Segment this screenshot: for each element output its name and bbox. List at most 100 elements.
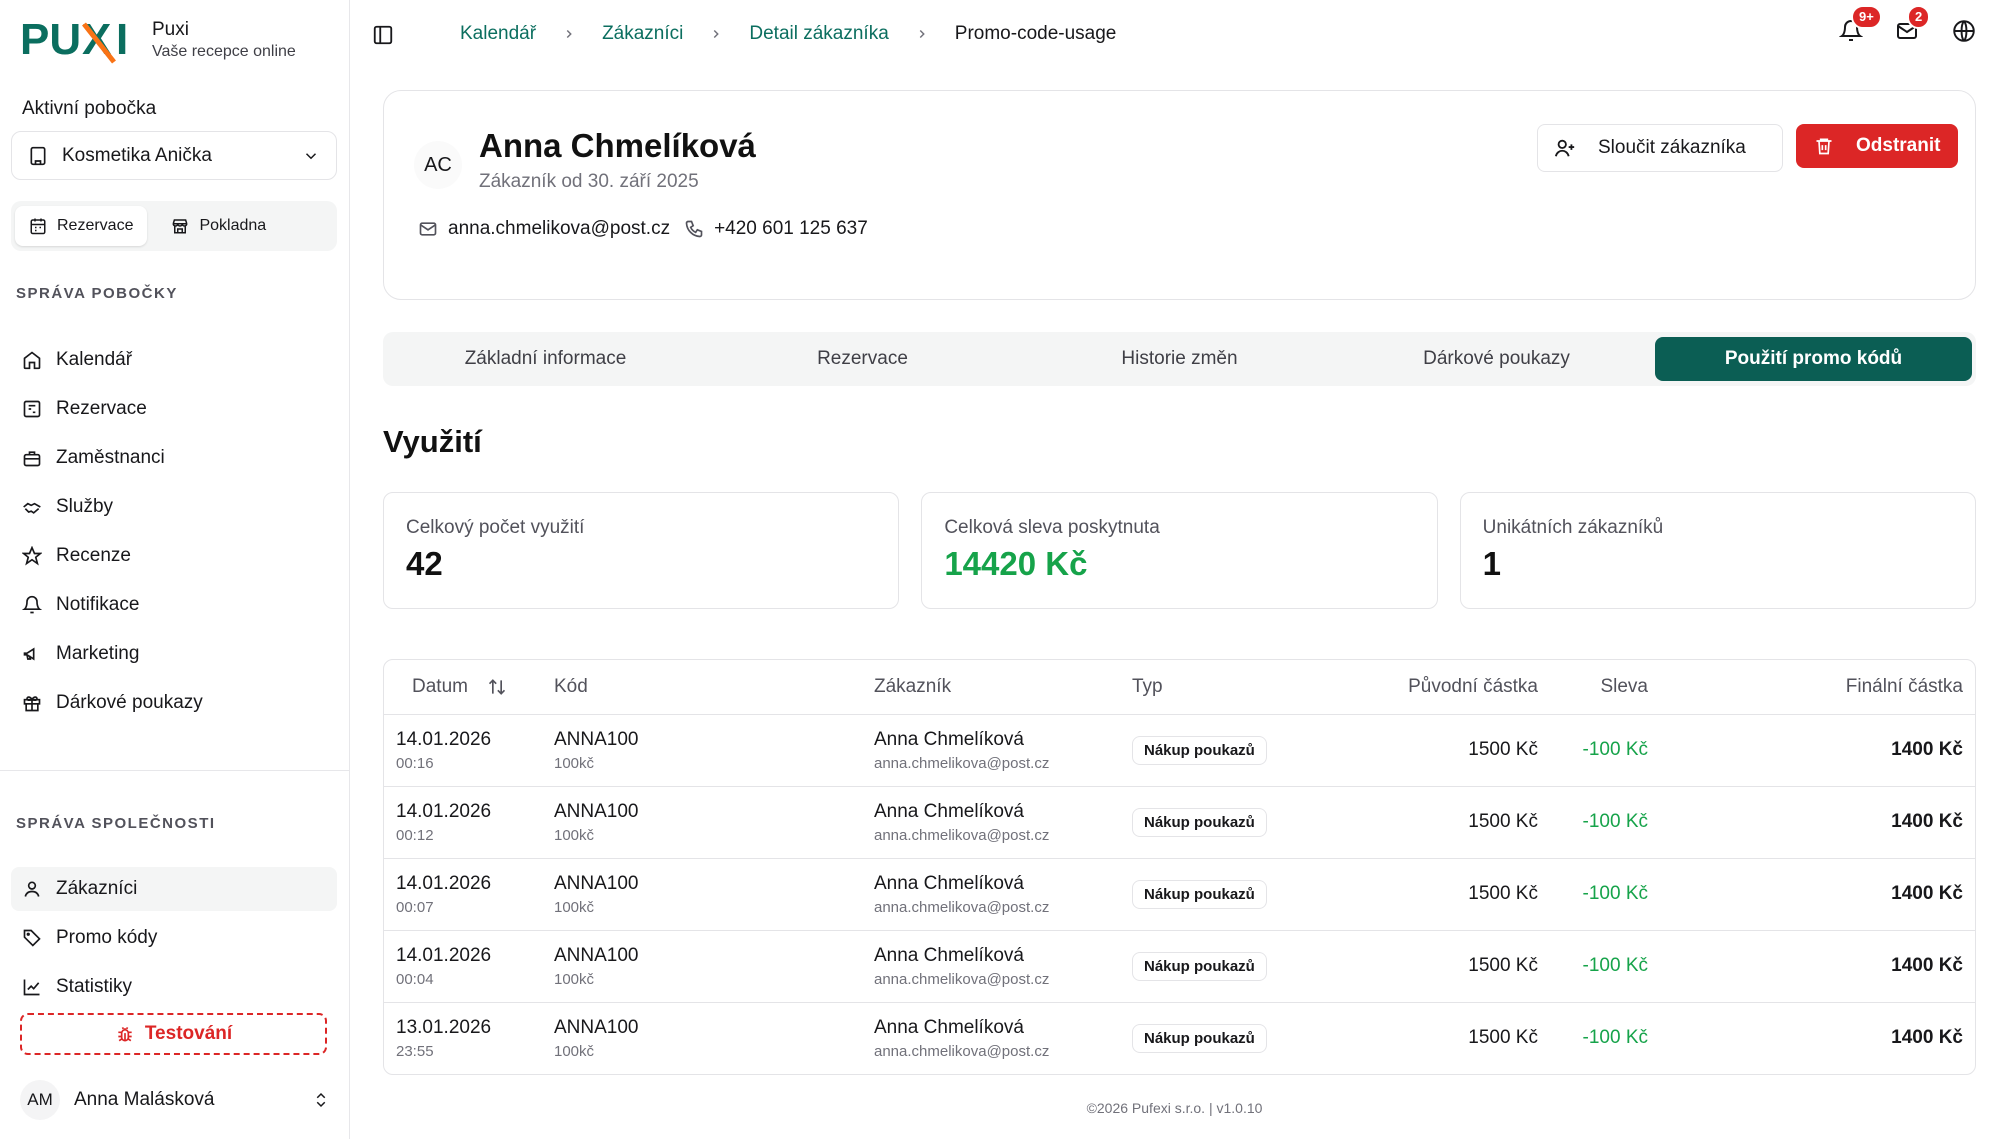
- merge-customer-button[interactable]: Sloučit zákazníka: [1537, 124, 1783, 172]
- quick-pokladna-label: Pokladna: [199, 217, 267, 234]
- bell-icon: [22, 595, 44, 615]
- quick-rezervace-button[interactable]: Rezervace: [15, 206, 148, 246]
- sidebar-item-darkove-poukazy[interactable]: Dárkové poukazy: [11, 681, 337, 725]
- stat-value: 1: [1482, 545, 1502, 582]
- sidebar-item-label: Promo kódy: [56, 927, 158, 948]
- sidebar-item-zamestnanci[interactable]: Zaměstnanci: [11, 436, 337, 480]
- row-time: 00:12: [396, 826, 434, 844]
- messages-button[interactable]: 2: [1895, 5, 1931, 43]
- row-code: ANNA100: [554, 944, 639, 966]
- cell-customer: Anna Chmelíková anna.chmelikova@post.cz: [874, 858, 1132, 931]
- row-customer-name: Anna Chmelíková: [874, 1016, 1024, 1038]
- row-customer-email: anna.chmelikova@post.cz: [874, 970, 1050, 988]
- tab-darkove-poukazy[interactable]: Dárkové poukazy: [1338, 337, 1655, 381]
- cell-date: 14.01.2026 00:16: [384, 714, 554, 787]
- company-nav: Zákazníci Promo kódy Statistiky: [11, 867, 337, 1014]
- home-icon: [22, 350, 44, 370]
- cell-customer: Anna Chmelíková anna.chmelikova@post.cz: [874, 714, 1132, 787]
- breadcrumb-current: Promo-code-usage: [954, 23, 1117, 44]
- customer-phone[interactable]: +420 601 125 637: [714, 218, 868, 240]
- column-header-date[interactable]: Datum: [384, 660, 554, 715]
- branch-select-value: Kosmetika Anička: [62, 144, 212, 166]
- row-date: 14.01.2026: [396, 944, 492, 966]
- table-row[interactable]: 14.01.2026 00:16 ANNA100 100kč Anna Chme…: [384, 714, 1975, 787]
- tab-zakladni-informace[interactable]: Základní informace: [387, 337, 704, 381]
- tab-rezervace[interactable]: Rezervace: [704, 337, 1021, 381]
- stat-value: 14420 Kč: [944, 545, 1088, 582]
- sidebar-item-sluzby[interactable]: Služby: [11, 485, 337, 529]
- breadcrumb-detail[interactable]: Detail zákazníka: [749, 23, 888, 45]
- sidebar-item-label: Kalendář: [56, 349, 133, 370]
- sidebar-divider: [0, 770, 350, 771]
- stat-value: 42: [406, 545, 443, 582]
- row-date: 13.01.2026: [396, 1016, 492, 1038]
- column-header-final: Finální částka: [1648, 660, 1975, 715]
- column-header-customer: Zákazník: [874, 660, 1132, 715]
- language-button[interactable]: [1951, 18, 1977, 44]
- cell-original: 1500 Kč: [1468, 1027, 1538, 1049]
- customer-since: Zákazník od 30. září 2025: [479, 171, 699, 192]
- building-icon: [28, 146, 48, 166]
- sort-icon: [487, 677, 507, 697]
- cell-customer: Anna Chmelíková anna.chmelikova@post.cz: [874, 786, 1132, 859]
- user-icon: [22, 879, 44, 899]
- globe-icon: [1951, 18, 1977, 44]
- column-header-code: Kód: [554, 660, 874, 715]
- table-row[interactable]: 14.01.2026 00:12 ANNA100 100kč Anna Chme…: [384, 786, 1975, 859]
- brand[interactable]: PU X I Puxi Vaše recepce online: [20, 14, 296, 68]
- breadcrumb-zakaznici[interactable]: Zákazníci: [602, 23, 683, 45]
- delete-customer-button[interactable]: Odstranit: [1796, 124, 1958, 168]
- handshake-icon: [22, 497, 44, 517]
- customer-name: Anna Chmelíková: [479, 127, 756, 164]
- top-icons: 9+ 2: [1839, 5, 1999, 44]
- tab-pouziti-promo-kodu[interactable]: Použití promo kódů: [1655, 337, 1972, 381]
- row-code-sub: 100kč: [554, 826, 595, 844]
- tab-historie-zmen[interactable]: Historie změn: [1021, 337, 1338, 381]
- cell-final: 1400 Kč: [1648, 786, 1975, 859]
- cell-final: 1400 Kč: [1648, 714, 1975, 787]
- cell-code: ANNA100 100kč: [554, 1002, 874, 1074]
- cell-discount: -100 Kč: [1538, 858, 1648, 931]
- user-menu[interactable]: AM Anna Malásková: [20, 1080, 330, 1120]
- customer-email[interactable]: anna.chmelikova@post.cz: [448, 218, 670, 240]
- breadcrumb-kalendar[interactable]: Kalendář: [460, 23, 536, 45]
- customer-contacts: anna.chmelikova@post.cz +420 601 125 637: [418, 218, 868, 240]
- row-code: ANNA100: [554, 800, 639, 822]
- cell-final: 1400 Kč: [1648, 858, 1975, 931]
- column-header-discount: Sleva: [1538, 660, 1648, 715]
- sidebar-item-statistiky[interactable]: Statistiky: [11, 965, 337, 1009]
- row-time: 23:55: [396, 1042, 434, 1060]
- branch-nav: Kalendář Rezervace Zaměstnanci Služby Re…: [11, 338, 337, 730]
- sidebar-item-recenze[interactable]: Recenze: [11, 534, 337, 578]
- svg-text:PU: PU: [20, 18, 81, 64]
- type-badge: Nákup poukazů: [1132, 735, 1267, 765]
- sidebar-item-marketing[interactable]: Marketing: [11, 632, 337, 676]
- table-row[interactable]: 14.01.2026 00:04 ANNA100 100kč Anna Chme…: [384, 930, 1975, 1003]
- type-badge: Nákup poukazů: [1132, 879, 1267, 909]
- sidebar-toggle-icon[interactable]: [372, 24, 394, 46]
- sidebar-item-label: Statistiky: [56, 976, 133, 997]
- sidebar-item-kalendar[interactable]: Kalendář: [11, 338, 337, 382]
- cell-type: Nákup poukazů: [1132, 786, 1388, 859]
- row-customer-name: Anna Chmelíková: [874, 944, 1024, 966]
- sidebar-item-notifikace[interactable]: Notifikace: [11, 583, 337, 627]
- branch-select[interactable]: Kosmetika Anička: [11, 131, 337, 180]
- testing-button[interactable]: Testování: [20, 1013, 327, 1055]
- sidebar-item-promo-kody[interactable]: Promo kódy: [11, 916, 337, 960]
- notifications-button[interactable]: 9+: [1839, 5, 1882, 43]
- chevron-right-icon: [562, 27, 576, 41]
- merge-customer-label: Sloučit zákazníka: [1598, 137, 1746, 158]
- sidebar-item-zakaznici[interactable]: Zákazníci: [11, 867, 337, 911]
- quick-pokladna-button[interactable]: Pokladna: [157, 206, 280, 246]
- table-row[interactable]: 14.01.2026 00:07 ANNA100 100kč Anna Chme…: [384, 858, 1975, 931]
- usage-table: Datum Kód Zákazník Typ Původní částka Sl…: [383, 659, 1976, 1075]
- sidebar-item-rezervace[interactable]: Rezervace: [11, 387, 337, 431]
- customer-avatar: AC: [414, 141, 462, 189]
- bug-icon: [115, 1024, 135, 1044]
- svg-text:I: I: [116, 18, 128, 64]
- row-code: ANNA100: [554, 1016, 639, 1038]
- sidebar-item-label: Zaměstnanci: [56, 447, 165, 468]
- sidebar-item-label: Zákazníci: [56, 878, 138, 899]
- table-row[interactable]: 13.01.2026 23:55 ANNA100 100kč Anna Chme…: [384, 1002, 1975, 1074]
- column-header-original: Původní částka: [1388, 660, 1538, 715]
